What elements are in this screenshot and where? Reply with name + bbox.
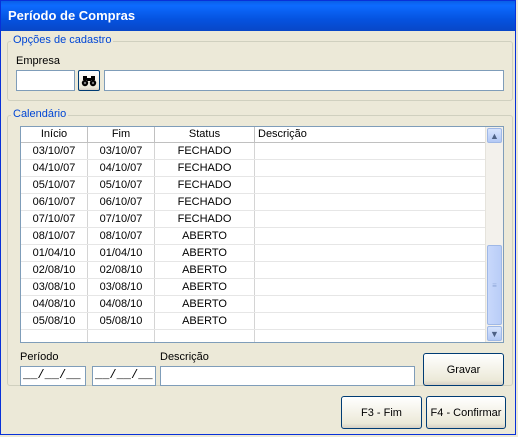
cell-descricao — [255, 194, 486, 210]
column-header-descricao[interactable]: Descrição — [255, 127, 486, 142]
f3-fim-button[interactable]: F3 - Fim — [341, 396, 422, 429]
title-bar: Período de Compras — [1, 1, 515, 31]
search-empresa-button[interactable] — [78, 70, 100, 91]
cell-inicio: 03/08/10 — [21, 279, 88, 295]
cell-descricao — [255, 211, 486, 227]
cell-descricao — [255, 279, 486, 295]
cell-status: ABERTO — [155, 279, 255, 295]
table-row[interactable]: 03/08/10 03/08/10 ABERTO — [21, 279, 486, 296]
cell-fim: 06/10/07 — [88, 194, 155, 210]
cell-inicio: 06/10/07 — [21, 194, 88, 210]
cell-inicio: 05/08/10 — [21, 313, 88, 329]
table-row[interactable]: 08/10/07 08/10/07 ABERTO — [21, 228, 486, 245]
cell-descricao — [255, 313, 486, 329]
cell-fim: 03/08/10 — [88, 279, 155, 295]
cell-status: FECHADO — [155, 160, 255, 176]
column-header-status[interactable]: Status — [155, 127, 255, 142]
periodo-label: Período — [20, 351, 59, 363]
descricao-label: Descrição — [160, 351, 209, 363]
descricao-input[interactable] — [160, 366, 415, 386]
cell-descricao — [255, 262, 486, 278]
cell-inicio: 02/08/10 — [21, 262, 88, 278]
table-row[interactable]: 04/08/10 04/08/10 ABERTO — [21, 296, 486, 313]
table-row[interactable]: 01/04/10 01/04/10 ABERTO — [21, 245, 486, 262]
cell-descricao — [255, 177, 486, 193]
cell-status: FECHADO — [155, 143, 255, 159]
periodo-fim-input[interactable]: __/__/__ — [92, 366, 156, 386]
table-row[interactable]: 06/10/07 06/10/07 FECHADO — [21, 194, 486, 211]
cell-fim: 08/10/07 — [88, 228, 155, 244]
cell-fim: 05/08/10 — [88, 313, 155, 329]
table-row[interactable]: 02/08/10 02/08/10 ABERTO — [21, 262, 486, 279]
cell-status: ABERTO — [155, 245, 255, 261]
grid-vertical-scrollbar[interactable]: ▲ ≡ ▼ — [485, 127, 503, 342]
calendario-legend: Calendário — [11, 108, 69, 120]
scroll-up-button[interactable]: ▲ — [487, 128, 502, 143]
gravar-label: Gravar — [446, 363, 481, 376]
cell-descricao — [255, 143, 486, 159]
gravar-button[interactable]: Gravar — [423, 353, 504, 386]
cell-descricao — [255, 296, 486, 312]
cell-status: FECHADO — [155, 194, 255, 210]
f4-confirmar-label: F4 - Confirmar — [430, 406, 502, 419]
cell-inicio: 07/10/07 — [21, 211, 88, 227]
cell-descricao — [255, 245, 486, 261]
table-row[interactable]: 04/10/07 04/10/07 FECHADO — [21, 160, 486, 177]
cell-descricao — [255, 160, 486, 176]
cell-inicio: 08/10/07 — [21, 228, 88, 244]
cell-status: FECHADO — [155, 177, 255, 193]
cell-status: ABERTO — [155, 296, 255, 312]
empresa-code-input[interactable] — [16, 70, 75, 91]
scroll-down-button[interactable]: ▼ — [487, 326, 502, 341]
column-header-inicio[interactable]: Início — [21, 127, 88, 142]
periodo-compras-window: Período de Compras Opções de cadastro Em… — [0, 0, 516, 435]
cell-fim: 04/10/07 — [88, 160, 155, 176]
cell-status: ABERTO — [155, 262, 255, 278]
opcoes-cadastro-legend: Opções de cadastro — [11, 34, 114, 46]
table-row[interactable]: 03/10/07 03/10/07 FECHADO — [21, 143, 486, 160]
f4-confirmar-button[interactable]: F4 - Confirmar — [426, 396, 506, 429]
scroll-thumb[interactable]: ≡ — [487, 245, 502, 325]
cell-inicio: 01/04/10 — [21, 245, 88, 261]
empresa-name-input[interactable] — [104, 70, 504, 91]
chevron-up-icon: ▲ — [490, 130, 499, 141]
empresa-label: Empresa — [16, 55, 61, 67]
cell-inicio: 05/10/07 — [21, 177, 88, 193]
periodo-inicio-input[interactable]: __/__/__ — [20, 366, 86, 386]
grid-header: Início Fim Status Descrição — [21, 127, 486, 143]
f3-fim-label: F3 - Fim — [361, 406, 402, 419]
cell-descricao — [255, 228, 486, 244]
cell-inicio: 04/10/07 — [21, 160, 88, 176]
calendario-grid[interactable]: Início Fim Status Descrição 03/10/07 03/1… — [20, 126, 504, 343]
cell-fim: 04/08/10 — [88, 296, 155, 312]
cell-fim: 01/04/10 — [88, 245, 155, 261]
table-row[interactable]: 07/10/07 07/10/07 FECHADO — [21, 211, 486, 228]
cell-fim: 07/10/07 — [88, 211, 155, 227]
binoculars-icon — [81, 75, 97, 86]
grid-rows: 03/10/07 03/10/07 FECHADO 04/10/07 04/10/07… — [21, 143, 486, 342]
table-row[interactable]: 05/08/10 05/08/10 ABERTO — [21, 313, 486, 330]
cell-fim: 02/08/10 — [88, 262, 155, 278]
cell-inicio: 04/08/10 — [21, 296, 88, 312]
cell-fim: 05/10/07 — [88, 177, 155, 193]
chevron-down-icon: ▼ — [490, 328, 499, 339]
column-header-fim[interactable]: Fim — [88, 127, 155, 142]
window-title: Período de Compras — [8, 8, 136, 23]
grip-icon: ≡ — [492, 280, 497, 290]
cell-status: ABERTO — [155, 228, 255, 244]
table-row[interactable]: 05/10/07 05/10/07 FECHADO — [21, 177, 486, 194]
cell-inicio: 03/10/07 — [21, 143, 88, 159]
cell-status: FECHADO — [155, 211, 255, 227]
cell-fim: 03/10/07 — [88, 143, 155, 159]
cell-status: ABERTO — [155, 313, 255, 329]
table-row[interactable] — [21, 330, 486, 342]
